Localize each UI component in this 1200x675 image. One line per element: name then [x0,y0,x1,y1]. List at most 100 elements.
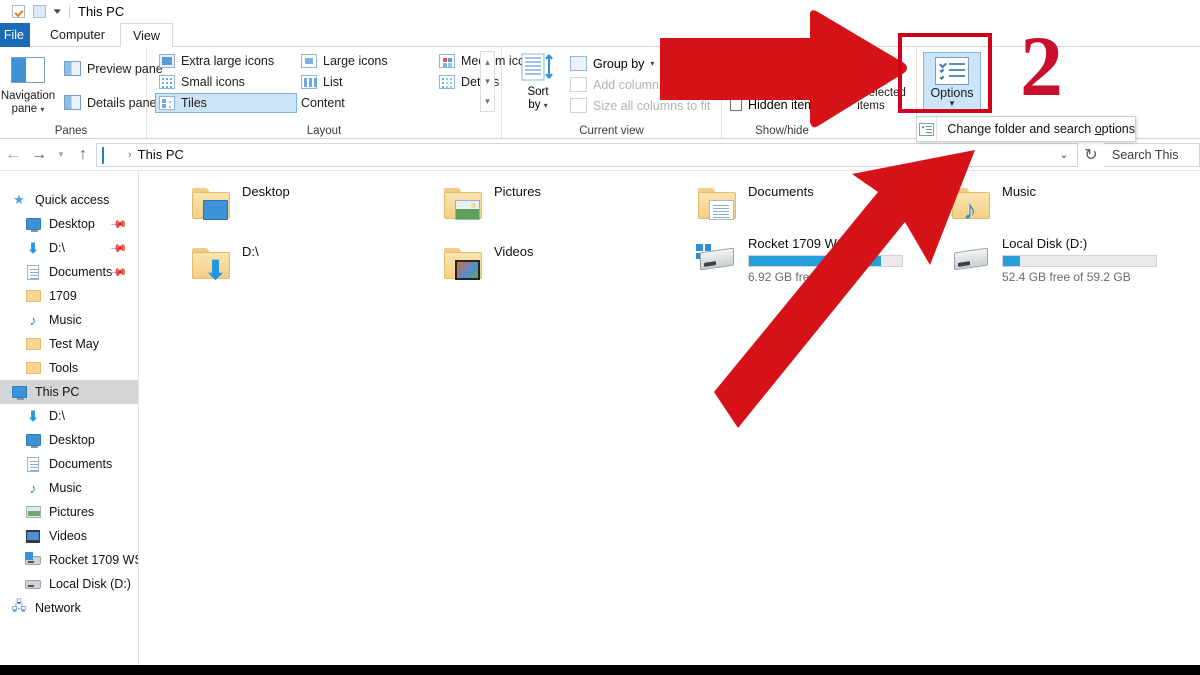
sidebar-item-desktop[interactable]: Desktop [0,428,138,452]
list-item-label: Local Disk (D:) [1002,236,1157,252]
list-item-music[interactable]: ♪ Music [950,182,1036,226]
back-arrow-icon[interactable]: ← [0,142,26,168]
sidebar-item-d-drive[interactable]: ⬇ D:\ [0,404,138,428]
up-arrow-icon[interactable]: ↑ [70,142,96,168]
group-by-button[interactable]: Group by ▾ [570,53,710,74]
scroll-up-icon[interactable]: ▴ [485,58,490,66]
menu-item-accelerator: o [1095,122,1102,136]
navigation-pane[interactable]: ★ Quick access Desktop 📌 ⬇ D:\ 📌 Documen… [0,172,139,665]
pin-icon[interactable]: 📌 [110,239,129,258]
expand-gallery-icon[interactable]: ▾ [485,97,490,105]
new-folder-icon[interactable] [31,3,48,20]
menu-item-text-rest: ptions [1102,122,1135,136]
folder-desktop-icon [190,182,234,226]
sidebar-item-rocket-1709-ws-c[interactable]: Rocket 1709 WS (C:) [0,548,138,572]
tab-file[interactable]: File [0,23,30,47]
sort-by-button[interactable]: Sort by ▾ [512,52,564,112]
drive-free-space-label: 52.4 GB free of 59.2 GB [1002,270,1157,284]
show-hide-group-label: Show/hide [722,125,842,137]
sidebar-item-label: Music [49,481,82,495]
checkbox-icon[interactable] [730,99,742,111]
list-item-label: Music [1002,184,1036,200]
options-dropdown-menu: Change folder and search options [916,116,1136,142]
refresh-icon[interactable]: ↻ [1078,142,1104,168]
change-folder-options-icon-wrap [917,117,937,141]
folder-pictures-icon [442,182,486,226]
monitor-icon [24,215,42,233]
recent-locations-icon[interactable]: ▾ [52,142,70,168]
tab-view[interactable]: View [120,23,173,48]
breadcrumb[interactable]: › This PC [102,147,184,162]
layout-tiles[interactable]: Tiles [155,93,297,113]
layout-scroll-spinner[interactable]: ▴ ▾ ▾ [480,51,495,112]
layout-small-icons[interactable]: Small icons [155,72,297,92]
properties-checkbox-icon[interactable] [10,3,27,20]
tab-computer[interactable]: Computer [38,23,117,47]
sidebar-item-videos[interactable]: Videos [0,524,138,548]
step-number-2: 2 [1020,26,1063,106]
address-path-field[interactable]: › This PC ⌄ [96,143,1078,167]
list-item-desktop[interactable]: Desktop [190,182,290,226]
list-item-label: Rocket 1709 WS (C:) [748,236,903,252]
group-by-label: Group by [593,57,644,71]
chevron-down-icon[interactable]: ⌄ [1053,148,1075,161]
network-icon: 🖧 [10,599,28,617]
sidebar-item-test-may[interactable]: Test May [0,332,138,356]
checkbox-icon[interactable] [730,78,742,90]
large-icons-icon [301,54,317,68]
sidebar-item-1709[interactable]: 1709 [0,284,138,308]
list-item-d-drive-folder[interactable]: ⬇ D:\ [190,242,259,286]
title-divider [69,5,70,18]
sidebar-item-music-qa[interactable]: ♪ Music [0,308,138,332]
forward-arrow-icon[interactable]: → [26,142,52,168]
add-columns-button[interactable]: Add columns ▾ [570,74,710,95]
hidden-items-label: Hidden items [748,98,821,112]
quick-access-toolbar: ▾ [10,2,72,21]
bottom-black-bar [0,665,1200,675]
sidebar-item-label: Videos [49,529,87,543]
sidebar-item-this-pc[interactable]: This PC [0,380,138,404]
layout-list[interactable]: List [297,72,435,92]
sidebar-item-local-disk-d[interactable]: Local Disk (D:) [0,572,138,596]
list-item-local-disk-d[interactable]: Local Disk (D:) 52.4 GB free of 59.2 GB [950,234,1157,284]
address-bar: ← → ▾ ↑ › This PC ⌄ ↻ Search This [0,139,1200,171]
scroll-down-icon[interactable]: ▾ [485,77,490,85]
sidebar-item-music[interactable]: ♪ Music [0,476,138,500]
layout-group-label: Layout [147,125,501,137]
sidebar-item-quick-access[interactable]: ★ Quick access [0,188,138,212]
sidebar-item-d-drive-qa[interactable]: ⬇ D:\ 📌 [0,236,138,260]
checkbox-icon[interactable] [730,57,742,69]
size-all-columns-button[interactable]: Size all columns to fit [570,95,710,116]
chevron-down-icon: ▾ [650,59,654,68]
details-pane-button[interactable]: Details pane [64,95,157,110]
documents-icon [24,263,42,281]
breadcrumb-this-pc[interactable]: This PC [138,147,184,162]
sidebar-item-network[interactable]: 🖧 Network [0,596,138,620]
customize-caret-icon[interactable]: ▾ [54,7,61,16]
group-by-icon [570,56,587,71]
list-item-rocket-1709-ws-c[interactable]: Rocket 1709 WS (C:) 6.92 GB free of 5 [696,234,903,284]
change-folder-and-search-options-item[interactable]: Change folder and search options [937,122,1135,136]
file-list-view[interactable]: Desktop Pictures Documents ♪ Music [140,172,1200,665]
sidebar-item-documents[interactable]: Documents [0,452,138,476]
navigation-pane-button[interactable]: Navigation pane ▾ [0,52,60,116]
layout-extra-large-icons[interactable]: Extra large icons [155,51,297,71]
folder-icon [24,335,42,353]
ribbon-group-panes: Navigation pane ▾ Preview pane Details p… [0,47,147,138]
search-input[interactable]: Search This [1104,143,1200,167]
layout-large-icons[interactable]: Large icons [297,51,435,71]
sidebar-item-documents-qa[interactable]: Documents 📌 [0,260,138,284]
sidebar-item-tools[interactable]: Tools [0,356,138,380]
pin-icon[interactable]: 📌 [110,263,129,282]
list-item-pictures[interactable]: Pictures [442,182,541,226]
monitor-icon [24,431,42,449]
sidebar-item-pictures[interactable]: Pictures [0,500,138,524]
sidebar-item-desktop-qa[interactable]: Desktop 📌 [0,212,138,236]
list-item-videos[interactable]: Videos [442,242,534,286]
list-item-documents[interactable]: Documents [696,182,814,226]
pin-icon[interactable]: 📌 [110,215,129,234]
sidebar-item-label: Quick access [35,193,109,207]
sidebar-item-label: Desktop [49,433,95,447]
breadcrumb-separator: › [128,149,132,161]
layout-content[interactable]: Content [297,93,435,113]
